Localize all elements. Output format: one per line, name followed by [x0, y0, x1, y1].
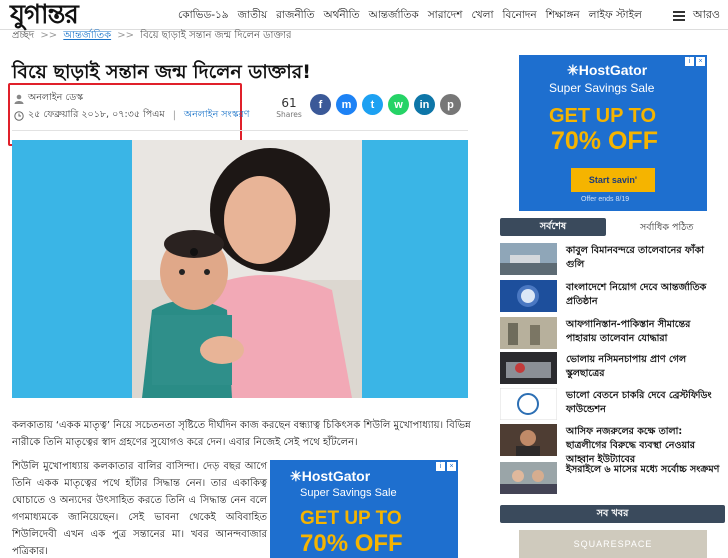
ad-brand: ✳HostGator	[567, 62, 648, 78]
hamburger-icon[interactable]	[673, 10, 686, 21]
news-thumbnail	[500, 462, 557, 494]
ad-close-icon[interactable]: ×	[447, 462, 456, 471]
article-hero-image	[12, 140, 468, 398]
news-title: আসিফ নজরুলের কক্ষে তালা: ছাত্রলীগের বিরু…	[566, 426, 696, 465]
nav-item-international[interactable]: আন্তর্জাতিক	[369, 8, 419, 25]
author-line: অনলাইন ডেস্ক	[14, 91, 83, 106]
nav-item-politics[interactable]: রাজনীতি	[276, 8, 314, 25]
ad-fine-print: Offer ends 8/19	[581, 196, 630, 203]
list-item[interactable]: আফগানিস্তান-পাকিস্তান সীমান্তের পাহারায়…	[500, 317, 726, 351]
bottom-advertisement[interactable]: SQUARESPACE	[519, 530, 707, 558]
more-menu[interactable]: আরও	[673, 6, 720, 25]
publish-date: ২৫ ফেব্রুয়ারি ২০১৮, ০৭:৩৫ পিএম	[28, 109, 165, 120]
author-name[interactable]: অনলাইন ডেস্ক	[28, 91, 83, 106]
all-news-button[interactable]: সব খবর	[500, 505, 725, 523]
news-title: ভোলায় নসিমনচাপায় প্রাণ গেল স্কুলছাত্রে…	[566, 354, 687, 379]
news-thumbnail	[500, 352, 557, 384]
divider	[12, 130, 468, 131]
linkedin-icon[interactable]: in	[414, 94, 435, 115]
nav-item-country[interactable]: সারাদেশ	[428, 8, 463, 25]
user-icon	[14, 94, 24, 104]
ad-info-icon[interactable]: i	[436, 462, 445, 471]
article-paragraph: কলকাতায় ‘একক মাতৃত্ব’ নিয়ে সচেতনতা সৃষ…	[12, 420, 471, 448]
breadcrumb: প্রচ্ছদ >> আন্তর্জাতিক >> বিয়ে ছাড়াই স…	[12, 28, 291, 40]
whatsapp-icon[interactable]: w	[388, 94, 409, 115]
facebook-icon[interactable]: f	[310, 94, 331, 115]
ad-discount: 70% OFF	[300, 530, 403, 557]
ad-subtitle: Super Savings Sale	[300, 487, 397, 499]
version-link[interactable]: অনলাইন সংস্করণ	[184, 108, 250, 123]
inline-advertisement[interactable]: i × ✳HostGator Super Savings Sale GET UP…	[270, 460, 458, 558]
twitter-icon[interactable]: t	[362, 94, 383, 115]
nav-item-education[interactable]: শিক্ষাঙ্গন	[546, 8, 580, 25]
breadcrumb-category[interactable]: আন্তর্জাতিক	[63, 30, 111, 40]
ad-cta-button[interactable]: Start savin'	[571, 168, 655, 192]
ad-brand: ✳HostGator	[290, 468, 371, 484]
breadcrumb-current: বিয়ে ছাড়াই সন্তান জন্ম দিলেন ডাক্তার	[140, 30, 292, 40]
more-label[interactable]: আরও	[693, 6, 720, 25]
list-item[interactable]: বাংলাদেশে নিয়োগ দেবে আন্তর্জাতিক প্রতিষ…	[500, 280, 726, 314]
ad-subtitle: Super Savings Sale	[549, 81, 655, 95]
nav-item-sports[interactable]: খেলা	[471, 8, 493, 25]
news-title: ভালো বেতনে চাকরি দেবে ব্রেস্টফিডিং ফাউন্…	[566, 390, 712, 415]
ad-close-icon[interactable]: ×	[696, 57, 705, 66]
article-paragraph: শিউলি মুখোপাধ্যায় কলকাতার বালির বাসিন্দ…	[12, 461, 267, 557]
news-title: বাংলাদেশে নিয়োগ দেবে আন্তর্জাতিক প্রতিষ…	[566, 282, 707, 307]
list-item[interactable]: আসিফ নজরুলের কক্ষে তালা: ছাত্রলীগের বিরু…	[500, 424, 726, 465]
ad-headline: GET UP TO	[300, 508, 402, 529]
list-item[interactable]: ভোলায় নসিমনচাপায় প্রাণ গেল স্কুলছাত্রে…	[500, 352, 726, 386]
breadcrumb-separator: >>	[40, 30, 58, 40]
list-item[interactable]: কাবুল বিমানবন্দরে তালেবানের ফাঁকা গুলি	[500, 243, 726, 277]
news-thumbnail	[500, 424, 557, 456]
nav-item-lifestyle[interactable]: লাইফ স্টাইল	[589, 8, 642, 25]
share-buttons: f m t w in p	[310, 94, 461, 115]
tab-most-read[interactable]: সর্বাধিক পঠিত	[640, 221, 693, 236]
main-nav: কোভিড-১৯ জাতীয় রাজনীতি অর্থনীতি আন্তর্জ…	[178, 8, 642, 25]
sidebar-tabs: সর্বশেষ সর্বাধিক পঠিত	[500, 218, 725, 236]
share-count: 61	[281, 96, 297, 110]
list-item[interactable]: ইসরাইলে ৬ মাসের মধ্যে সর্বোচ্চ সংক্রমণ	[500, 462, 726, 496]
date-line: ২৫ ফেব্রুয়ারি ২০১৮, ০৭:৩৫ পিএম | অনলাইন…	[14, 108, 249, 123]
messenger-icon[interactable]: m	[336, 94, 357, 115]
ad-info-icon[interactable]: i	[685, 57, 694, 66]
sidebar-advertisement[interactable]: i × ✳HostGator Super Savings Sale GET UP…	[519, 55, 707, 211]
news-title: কাবুল বিমানবন্দরে তালেবানের ফাঁকা গুলি	[566, 245, 704, 270]
share-counter: 61 Shares	[274, 96, 304, 119]
list-item[interactable]: ভালো বেতনে চাকরি দেবে ব্রেস্টফিডিং ফাউন্…	[500, 388, 726, 422]
nav-item-covid[interactable]: কোভিড-১৯	[178, 8, 229, 25]
news-thumbnail	[500, 280, 557, 312]
news-title: ইসরাইলে ৬ মাসের মধ্যে সর্বোচ্চ সংক্রমণ	[566, 464, 720, 475]
tab-latest[interactable]: সর্বশেষ	[500, 218, 606, 236]
breadcrumb-separator: >>	[117, 30, 135, 40]
news-thumbnail	[500, 317, 557, 349]
breadcrumb-home[interactable]: প্রচ্ছদ	[12, 30, 34, 40]
ad-discount: 70% OFF	[551, 127, 658, 155]
nav-item-national[interactable]: জাতীয়	[238, 8, 268, 25]
top-bar: যুগান্তর কোভিড-১৯ জাতীয় রাজনীতি অর্থনীত…	[0, 0, 728, 30]
print-icon[interactable]: p	[440, 94, 461, 115]
share-label: Shares	[276, 110, 302, 119]
site-logo[interactable]: যুগান্তর	[10, 1, 79, 29]
nav-item-economy[interactable]: অর্থনীতি	[324, 8, 360, 25]
clock-icon	[14, 110, 24, 121]
nav-item-entertainment[interactable]: বিনোদন	[503, 8, 537, 25]
ad-headline: GET UP TO	[549, 105, 657, 127]
news-thumbnail	[500, 388, 557, 420]
news-thumbnail	[500, 243, 557, 275]
news-title: আফগানিস্তান-পাকিস্তান সীমান্তের পাহারায়…	[566, 319, 691, 344]
